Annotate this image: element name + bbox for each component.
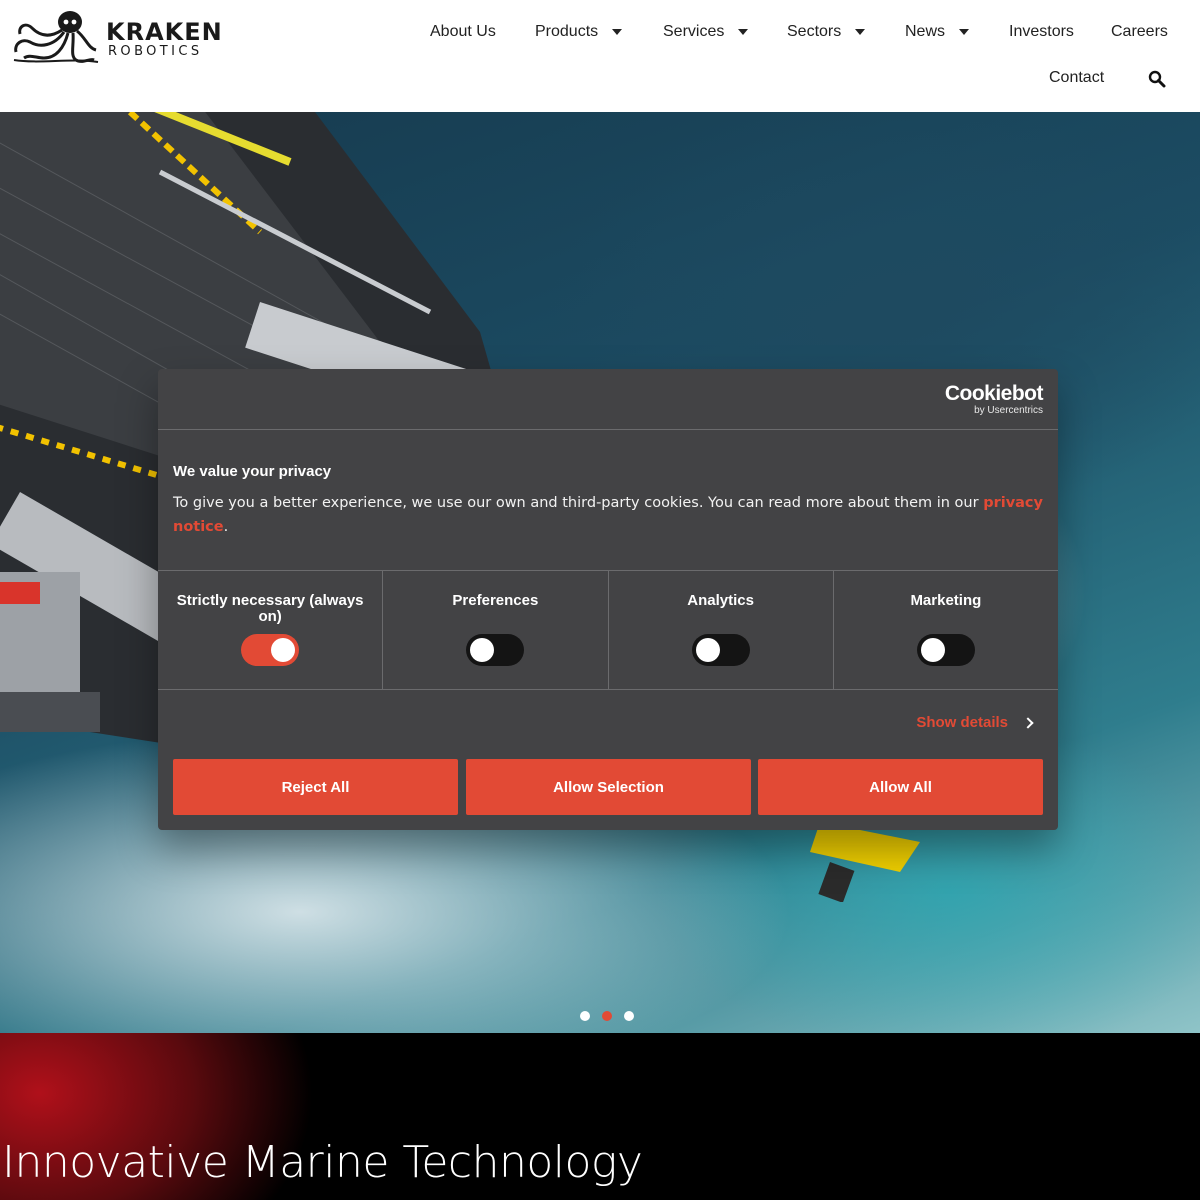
nav-services-label: Services [663, 23, 725, 40]
toggle-knob [271, 638, 296, 662]
category-label: Preferences [452, 592, 539, 609]
reject-all-button[interactable]: Reject All [173, 759, 458, 815]
show-details-label: Show details [916, 714, 1008, 731]
show-details-link[interactable]: Show details [916, 714, 1034, 731]
cookie-title: We value your privacy [173, 463, 332, 480]
site-header: KRAKEN ROBOTICS About Us Products Servic… [0, 0, 1200, 112]
nav-investors[interactable]: Investors [1009, 20, 1074, 44]
nav-about-us-label: About Us [430, 23, 496, 40]
logo[interactable]: KRAKEN ROBOTICS [10, 8, 222, 66]
nav-sectors-label: Sectors [787, 23, 842, 40]
search-icon[interactable] [1148, 70, 1166, 88]
dialog-divider [158, 429, 1058, 430]
nav-news-label: News [905, 23, 946, 40]
chevron-right-icon [1022, 716, 1034, 729]
preferences-toggle[interactable] [466, 634, 525, 666]
cookiebot-wordmark: Cookiebot [944, 382, 1044, 405]
nav-investors-label: Investors [1009, 23, 1074, 40]
slide-dot-1[interactable] [580, 1011, 590, 1021]
nav-contact[interactable]: Contact [1049, 66, 1104, 90]
octopus-icon [13, 11, 99, 63]
cookie-body-end: . [223, 519, 229, 535]
slider-pagination [580, 1011, 634, 1021]
slide-dot-3[interactable] [624, 1011, 634, 1021]
logo-wordmark-robotics: ROBOTICS [108, 44, 203, 59]
category-label: Marketing [910, 592, 982, 609]
consent-categories: Strictly necessary (always on) Preferenc… [158, 570, 1058, 690]
toggle-knob [920, 638, 945, 662]
nav-products-label: Products [535, 23, 599, 40]
cookie-body-text: To give you a better experience, we use … [173, 495, 984, 511]
nav-careers[interactable]: Careers [1111, 20, 1168, 44]
intro-heading: Innovative Marine Technology [2, 1137, 643, 1188]
slide-dot-2[interactable] [602, 1011, 612, 1021]
nav-news[interactable]: News [905, 20, 970, 44]
logo-wordmark-kraken: KRAKEN [106, 18, 223, 46]
nav-about-us[interactable]: About Us [430, 20, 496, 44]
cookiebot-logo: Cookiebot by Usercentrics [944, 382, 1044, 417]
category-label: Strictly necessary (always on) [176, 592, 364, 625]
nav-products[interactable]: Products [535, 20, 623, 44]
intro-band: Innovative Marine Technology [0, 1033, 1200, 1200]
cookiebot-subtitle: by Usercentrics [974, 405, 1043, 416]
nav-services[interactable]: Services [663, 20, 749, 44]
nav-careers-label: Careers [1111, 23, 1168, 40]
cookie-consent-dialog: Cookiebot by Usercentrics We value your … [158, 369, 1058, 830]
allow-all-button[interactable]: Allow All [758, 759, 1043, 815]
nav-contact-label: Contact [1049, 69, 1105, 86]
category-analytics: Analytics [609, 571, 834, 689]
cookie-body: To give you a better experience, we use … [173, 491, 1043, 539]
caret-down-icon [855, 29, 866, 35]
strictly-necessary-toggle[interactable] [241, 634, 300, 666]
category-strictly-necessary: Strictly necessary (always on) [158, 571, 384, 689]
caret-down-icon [612, 29, 623, 35]
category-preferences: Preferences [383, 571, 609, 689]
toggle-knob [695, 638, 720, 662]
caret-down-icon [738, 29, 749, 35]
toggle-knob [470, 638, 495, 662]
category-marketing: Marketing [834, 571, 1058, 689]
nav-sectors[interactable]: Sectors [787, 20, 866, 44]
allow-selection-button[interactable]: Allow Selection [466, 759, 751, 815]
category-label: Analytics [687, 592, 754, 609]
caret-down-icon [959, 29, 970, 35]
marketing-toggle[interactable] [916, 634, 975, 666]
analytics-toggle[interactable] [691, 634, 750, 666]
